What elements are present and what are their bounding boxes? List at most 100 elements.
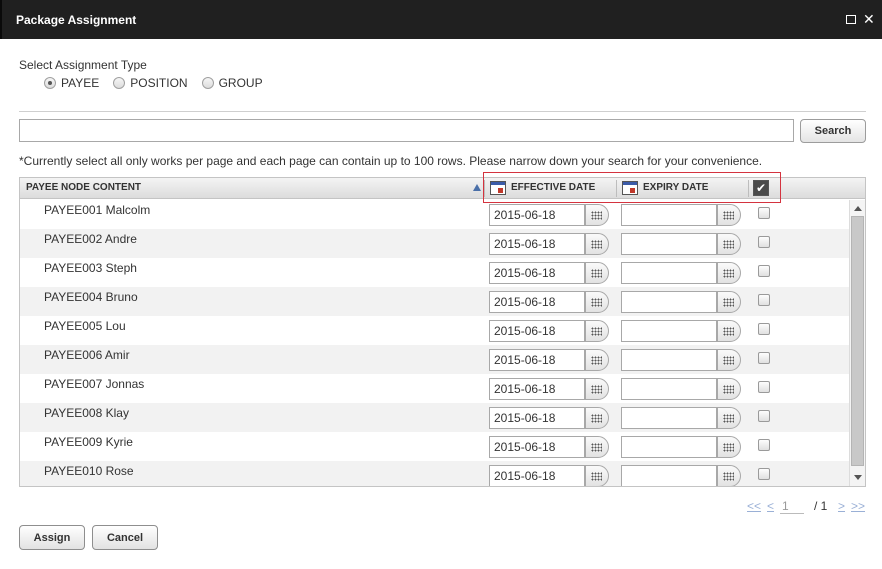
column-divider [616, 180, 617, 197]
expiry-date-field[interactable] [621, 204, 717, 226]
cancel-button[interactable]: Cancel [92, 525, 158, 550]
expiry-date-field[interactable] [621, 465, 717, 486]
radio-option-group[interactable]: GROUP [201, 76, 263, 90]
calendar-picker-icon[interactable] [585, 262, 609, 284]
position-radio[interactable] [113, 77, 126, 89]
expiry-date-field[interactable] [621, 436, 717, 458]
page-number-input[interactable] [780, 498, 804, 514]
vertical-scrollbar[interactable] [849, 200, 865, 486]
calendar-picker-icon[interactable] [585, 465, 609, 486]
payee-name: PAYEE003 Steph [44, 261, 137, 275]
search-input[interactable] [19, 119, 794, 142]
row-checkbox[interactable] [758, 265, 770, 277]
calendar-picker-icon[interactable] [717, 465, 741, 486]
sort-ascending-icon[interactable] [473, 184, 481, 191]
row-checkbox[interactable] [758, 468, 770, 480]
expiry-date-field[interactable] [621, 320, 717, 342]
effective-date-field[interactable]: 2015-06-18 [489, 378, 585, 400]
expiry-date-field[interactable] [621, 407, 717, 429]
radio-option-position[interactable]: POSITION [113, 76, 188, 90]
row-checkbox[interactable] [758, 352, 770, 364]
table-row: PAYEE008 Klay 2015-06-18 [20, 403, 850, 432]
column-header-expiry-date[interactable]: EXPIRY DATE [643, 178, 708, 199]
expiry-date-field[interactable] [621, 291, 717, 313]
expiry-date-field[interactable] [621, 262, 717, 284]
first-page-link[interactable]: << [747, 499, 761, 513]
calendar-picker-icon[interactable] [585, 378, 609, 400]
expiry-date-field[interactable] [621, 233, 717, 255]
calendar-picker-icon[interactable] [717, 378, 741, 400]
divider [19, 111, 866, 112]
scroll-down-icon[interactable] [854, 475, 862, 480]
calendar-picker-icon[interactable] [585, 320, 609, 342]
effective-date-field[interactable]: 2015-06-18 [489, 233, 585, 255]
calendar-picker-icon[interactable] [717, 291, 741, 313]
close-icon[interactable]: ✕ [863, 10, 875, 28]
row-checkbox[interactable] [758, 207, 770, 219]
column-header-payee-node-content[interactable]: PAYEE NODE CONTENT [26, 178, 141, 199]
expiry-date-field[interactable] [621, 349, 717, 371]
payee-name: PAYEE002 Andre [44, 232, 137, 246]
effective-date-field[interactable]: 2015-06-18 [489, 262, 585, 284]
payee-radio[interactable] [44, 77, 56, 89]
assignment-type-radios: PAYEE POSITION GROUP [44, 76, 277, 90]
calendar-picker-icon[interactable] [585, 407, 609, 429]
radio-option-payee[interactable]: PAYEE [44, 76, 99, 90]
scrollbar-thumb[interactable] [851, 216, 864, 466]
maximize-icon[interactable] [846, 15, 856, 24]
calendar-icon[interactable] [490, 181, 506, 195]
calendar-picker-icon[interactable] [585, 349, 609, 371]
last-page-link[interactable]: >> [851, 499, 865, 513]
group-radio[interactable] [201, 77, 214, 89]
calendar-picker-icon[interactable] [717, 233, 741, 255]
effective-date-field[interactable]: 2015-06-18 [489, 204, 585, 226]
calendar-icon[interactable] [622, 181, 638, 195]
calendar-picker-icon[interactable] [717, 436, 741, 458]
calendar-picker-icon[interactable] [717, 204, 741, 226]
calendar-picker-icon[interactable] [717, 320, 741, 342]
payee-name: PAYEE004 Bruno [44, 290, 138, 304]
table-row: PAYEE004 Bruno 2015-06-18 [20, 287, 850, 316]
column-header-effective-date[interactable]: EFFECTIVE DATE [511, 178, 595, 199]
row-checkbox[interactable] [758, 439, 770, 451]
selection-note: *Currently select all only works per pag… [19, 154, 763, 168]
prev-page-link[interactable]: < [767, 499, 774, 513]
assign-button[interactable]: Assign [19, 525, 85, 550]
table-row: PAYEE006 Amir 2015-06-18 [20, 345, 850, 374]
effective-date-field[interactable]: 2015-06-18 [489, 320, 585, 342]
row-checkbox[interactable] [758, 236, 770, 248]
payee-name: PAYEE006 Amir [44, 348, 130, 362]
payee-name: PAYEE007 Jonnas [44, 377, 145, 391]
next-page-link[interactable]: > [838, 499, 845, 513]
effective-date-field[interactable]: 2015-06-18 [489, 349, 585, 371]
window-title: Package Assignment [16, 13, 137, 27]
effective-date-field[interactable]: 2015-06-18 [489, 465, 585, 486]
calendar-picker-icon[interactable] [717, 349, 741, 371]
row-checkbox[interactable] [758, 323, 770, 335]
row-checkbox[interactable] [758, 381, 770, 393]
row-checkbox[interactable] [758, 410, 770, 422]
row-checkbox[interactable] [758, 294, 770, 306]
table-row: PAYEE010 Rose 2015-06-18 [20, 461, 850, 486]
calendar-picker-icon[interactable] [585, 204, 609, 226]
calendar-picker-icon[interactable] [717, 407, 741, 429]
calendar-picker-icon[interactable] [585, 291, 609, 313]
effective-date-field[interactable]: 2015-06-18 [489, 407, 585, 429]
table-row: PAYEE005 Lou 2015-06-18 [20, 316, 850, 345]
calendar-picker-icon[interactable] [585, 233, 609, 255]
grid-rows: PAYEE001 Malcolm 2015-06-18 PAYEE002 And… [20, 200, 850, 486]
column-divider [484, 180, 485, 197]
effective-date-field[interactable]: 2015-06-18 [489, 291, 585, 313]
calendar-picker-icon[interactable] [717, 262, 741, 284]
search-button[interactable]: Search [800, 119, 866, 143]
table-row: PAYEE003 Steph 2015-06-18 [20, 258, 850, 287]
payee-name: PAYEE009 Kyrie [44, 435, 133, 449]
payee-name: PAYEE008 Klay [44, 406, 129, 420]
calendar-picker-icon[interactable] [585, 436, 609, 458]
assignment-type-label: Select Assignment Type [19, 58, 147, 72]
scroll-up-icon[interactable] [854, 206, 862, 211]
payee-grid: PAYEE NODE CONTENT EFFECTIVE DATE EXPIRY… [19, 177, 866, 487]
select-all-checkbox[interactable]: ✔ [753, 180, 769, 196]
effective-date-field[interactable]: 2015-06-18 [489, 436, 585, 458]
expiry-date-field[interactable] [621, 378, 717, 400]
